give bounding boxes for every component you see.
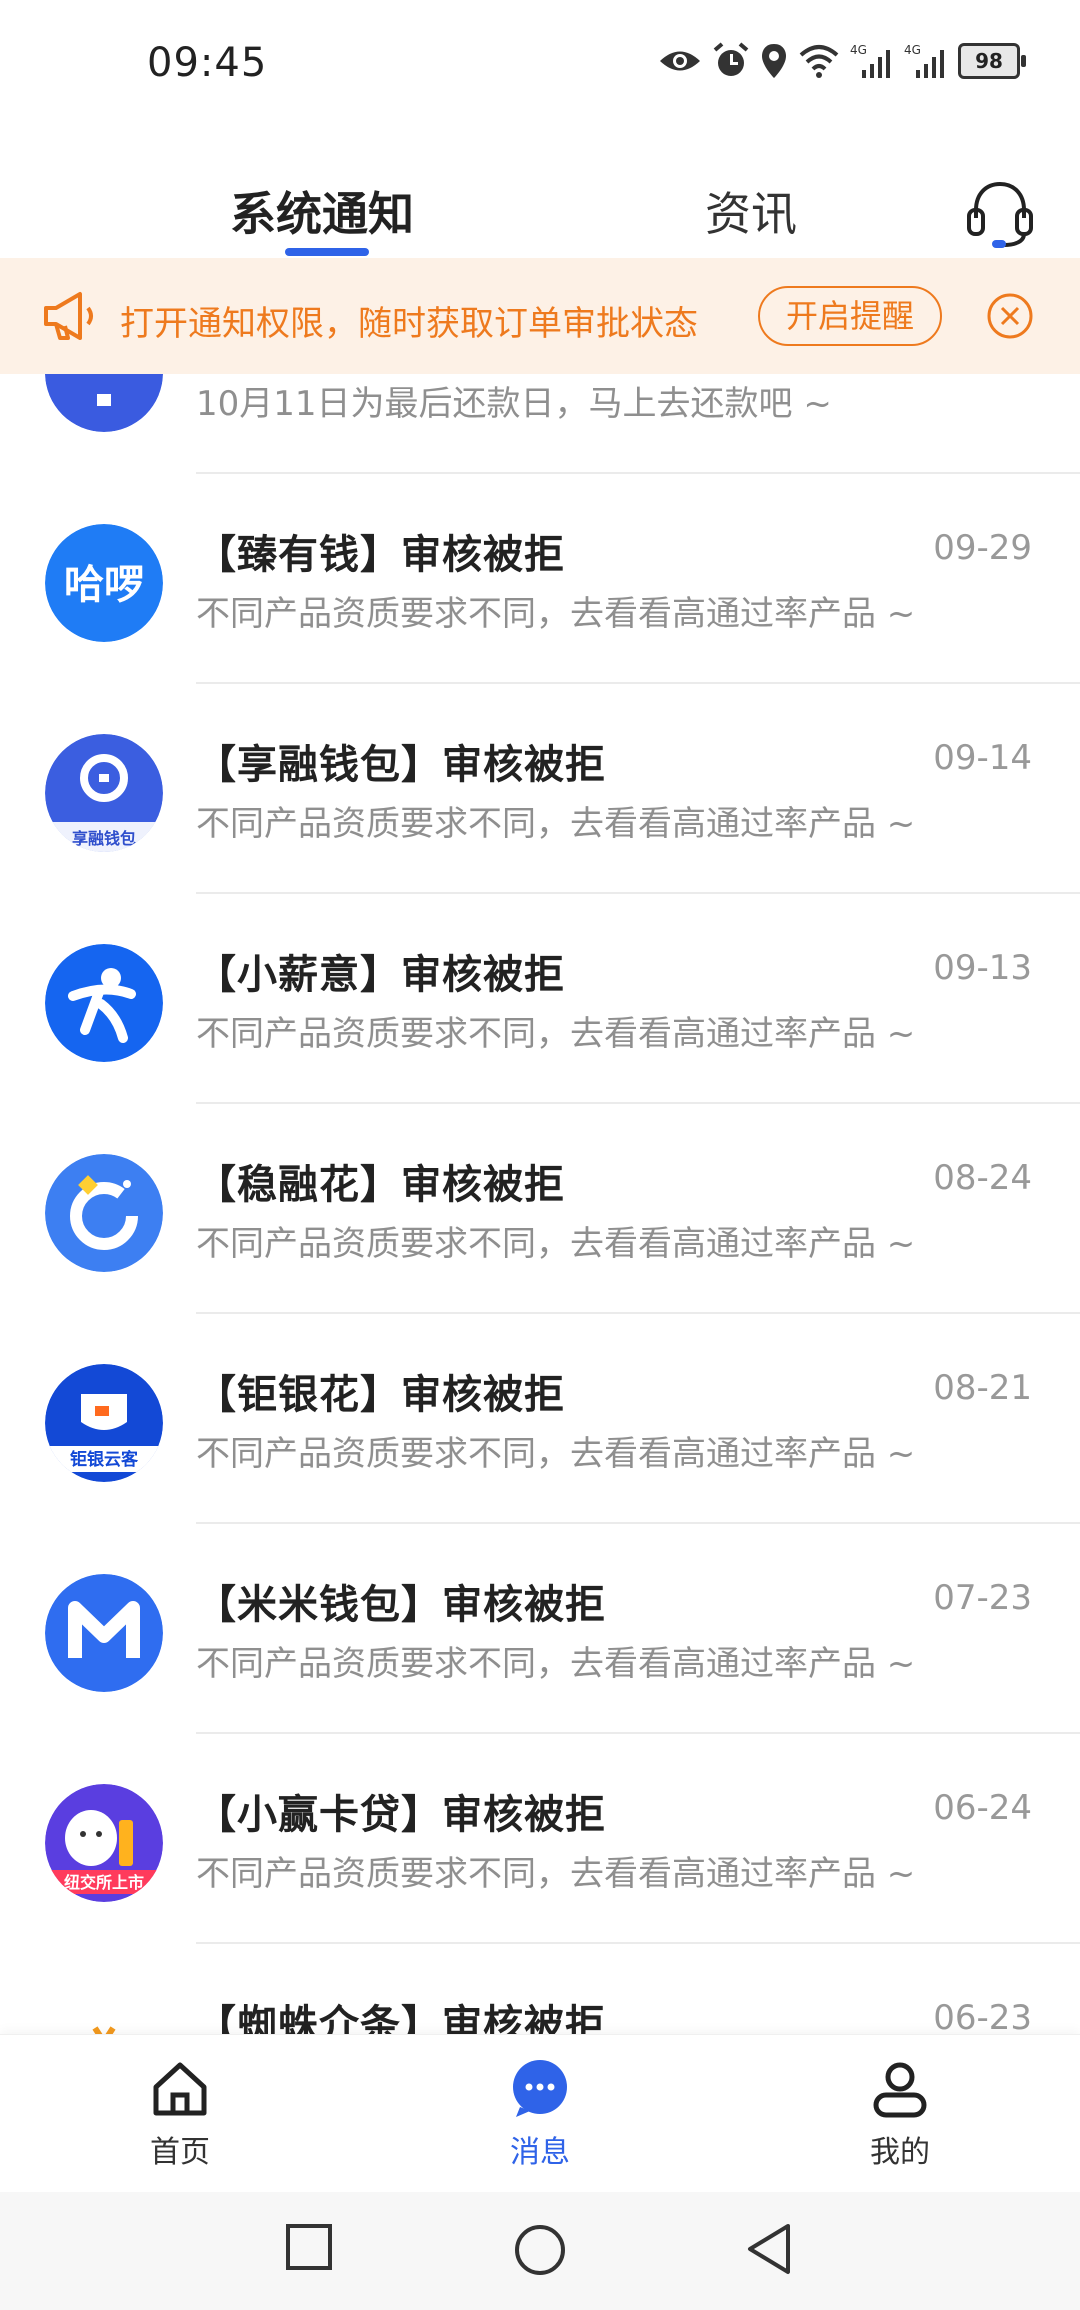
notification-subtitle: 不同产品资质要求不同，去看看高通过率产品 ~ (196, 1854, 916, 1894)
location-icon (762, 44, 786, 78)
product-logo (45, 1574, 163, 1692)
svg-text:4G: 4G (904, 43, 921, 57)
product-logo: 享融钱包 (45, 734, 163, 852)
notification-list: 10月11日为最后还款日，马上去还款吧 ~ 哈啰 【臻有钱】审核被拒 09-29… (0, 374, 1080, 2034)
notification-permission-banner: 打开通知权限，随时获取订单审批状态 开启提醒 (0, 258, 1080, 374)
banner-text: 打开通知权限，随时获取订单审批状态 (120, 304, 698, 344)
notification-title: 【享融钱包】审核被拒 (196, 742, 606, 788)
logo-text: 享融钱包 (72, 829, 136, 848)
nav-messages[interactable]: 消息 (460, 2057, 620, 2177)
logo-text: 哈啰 (64, 562, 144, 608)
notification-date: 08-21 (933, 1368, 1032, 1408)
list-item[interactable]: 享融钱包 【享融钱包】审核被拒 09-14 不同产品资质要求不同，去看看高通过率… (0, 684, 1080, 894)
bottom-navigation: 首页 消息 我的 (0, 2034, 1080, 2193)
notification-title: 【臻有钱】审核被拒 (196, 532, 565, 578)
home-icon (153, 2062, 207, 2116)
product-logo: 钜银云客 (45, 1364, 163, 1482)
megaphone-icon (44, 292, 93, 340)
notification-subtitle: 不同产品资质要求不同，去看看高通过率产品 ~ (196, 1434, 916, 1474)
home-circle-icon[interactable] (512, 2222, 568, 2278)
notification-subtitle: 不同产品资质要求不同，去看看高通过率产品 ~ (196, 594, 916, 634)
notification-title: 【钜银花】审核被拒 (196, 1372, 565, 1418)
eye-icon (660, 51, 700, 71)
product-logo: 纽交所上市 (45, 1784, 163, 1902)
svg-text:4G: 4G (850, 43, 867, 57)
notification-subtitle: 不同产品资质要求不同，去看看高通过率产品 ~ (196, 1224, 916, 1264)
product-logo (45, 944, 163, 1062)
notification-date: 06-23 (933, 1998, 1032, 2034)
nav-profile-label: 我的 (870, 2135, 930, 2170)
system-navigation-bar (0, 2192, 1080, 2310)
notification-title: 【小赢卡贷】审核被拒 (196, 1792, 606, 1838)
list-item[interactable]: 哈啰 【臻有钱】审核被拒 09-29 不同产品资质要求不同，去看看高通过率产品 … (0, 474, 1080, 684)
notification-title: 【米米钱包】审核被拒 (196, 1582, 606, 1628)
nav-profile[interactable]: 我的 (820, 2057, 980, 2177)
status-bar: 09:45 4G 4G 98 (0, 0, 1080, 128)
notification-date: 06-24 (933, 1788, 1032, 1828)
logo-text: 钜银云客 (70, 1449, 139, 1470)
battery-indicator: 98 (958, 43, 1026, 79)
list-item[interactable]: 钜银云客 【钜银花】审核被拒 08-21 不同产品资质要求不同，去看看高通过率产… (0, 1314, 1080, 1524)
active-tab-indicator (285, 248, 369, 256)
notification-title: 【蜘蛛介条】审核被拒 (196, 2002, 606, 2034)
enable-reminder-button[interactable]: 开启提醒 (758, 286, 942, 346)
product-logo (45, 1154, 163, 1272)
list-item[interactable]: 【米米钱包】审核被拒 07-23 不同产品资质要求不同，去看看高通过率产品 ~ (0, 1524, 1080, 1734)
recents-icon[interactable] (284, 2222, 334, 2272)
notification-date: 09-13 (933, 948, 1032, 988)
wifi-icon (799, 45, 839, 78)
alarm-icon (713, 42, 749, 76)
list-item[interactable]: 【小薪意】审核被拒 09-13 不同产品资质要求不同，去看看高通过率产品 ~ (0, 894, 1080, 1104)
notification-date: 08-24 (933, 1158, 1032, 1198)
tab-news[interactable]: 资讯 (705, 178, 797, 244)
notification-date: 09-14 (933, 738, 1032, 778)
notification-date: 07-23 (933, 1578, 1032, 1618)
signal-4g-icon-2: 4G (904, 43, 944, 78)
logo-text: 纽交所上市 (64, 1873, 144, 1892)
notification-subtitle: 10月11日为最后还款日，马上去还款吧 ~ (196, 384, 832, 424)
notification-subtitle: 不同产品资质要求不同，去看看高通过率产品 ~ (196, 1644, 916, 1684)
nav-home-label: 首页 (150, 2135, 210, 2170)
tab-system-notifications[interactable]: 系统通知 (230, 178, 414, 244)
nav-home[interactable]: 首页 (100, 2057, 260, 2177)
headset-icon[interactable] (964, 178, 1036, 250)
back-icon[interactable] (744, 2222, 794, 2276)
status-icons: 4G 4G 98 (658, 36, 1026, 86)
profile-icon (873, 2062, 927, 2118)
product-logo: 哈啰 (45, 524, 163, 642)
notification-subtitle: 不同产品资质要求不同，去看看高通过率产品 ~ (196, 804, 916, 844)
notification-subtitle: 不同产品资质要求不同，去看看高通过率产品 ~ (196, 1014, 916, 1054)
notification-date: 09-29 (933, 528, 1032, 568)
list-item[interactable]: 纽交所上市 【小赢卡贷】审核被拒 06-24 不同产品资质要求不同，去看看高通过… (0, 1734, 1080, 1944)
list-item[interactable]: 【稳融花】审核被拒 08-24 不同产品资质要求不同，去看看高通过率产品 ~ (0, 1104, 1080, 1314)
header: 系统通知 资讯 (0, 128, 1080, 258)
signal-4g-icon: 4G (850, 43, 890, 78)
chat-bubble-icon (513, 2060, 567, 2117)
list-item[interactable]: 【蜘蛛介条】审核被拒 06-23 (0, 1944, 1080, 2034)
close-icon[interactable] (986, 292, 1034, 340)
product-logo (45, 1994, 163, 2034)
status-time: 09:45 (147, 40, 268, 86)
notification-title: 【小薪意】审核被拒 (196, 952, 565, 998)
product-logo (45, 374, 163, 432)
notification-title: 【稳融花】审核被拒 (196, 1162, 565, 1208)
list-item[interactable]: 10月11日为最后还款日，马上去还款吧 ~ (0, 374, 1080, 474)
nav-messages-label: 消息 (510, 2135, 570, 2170)
